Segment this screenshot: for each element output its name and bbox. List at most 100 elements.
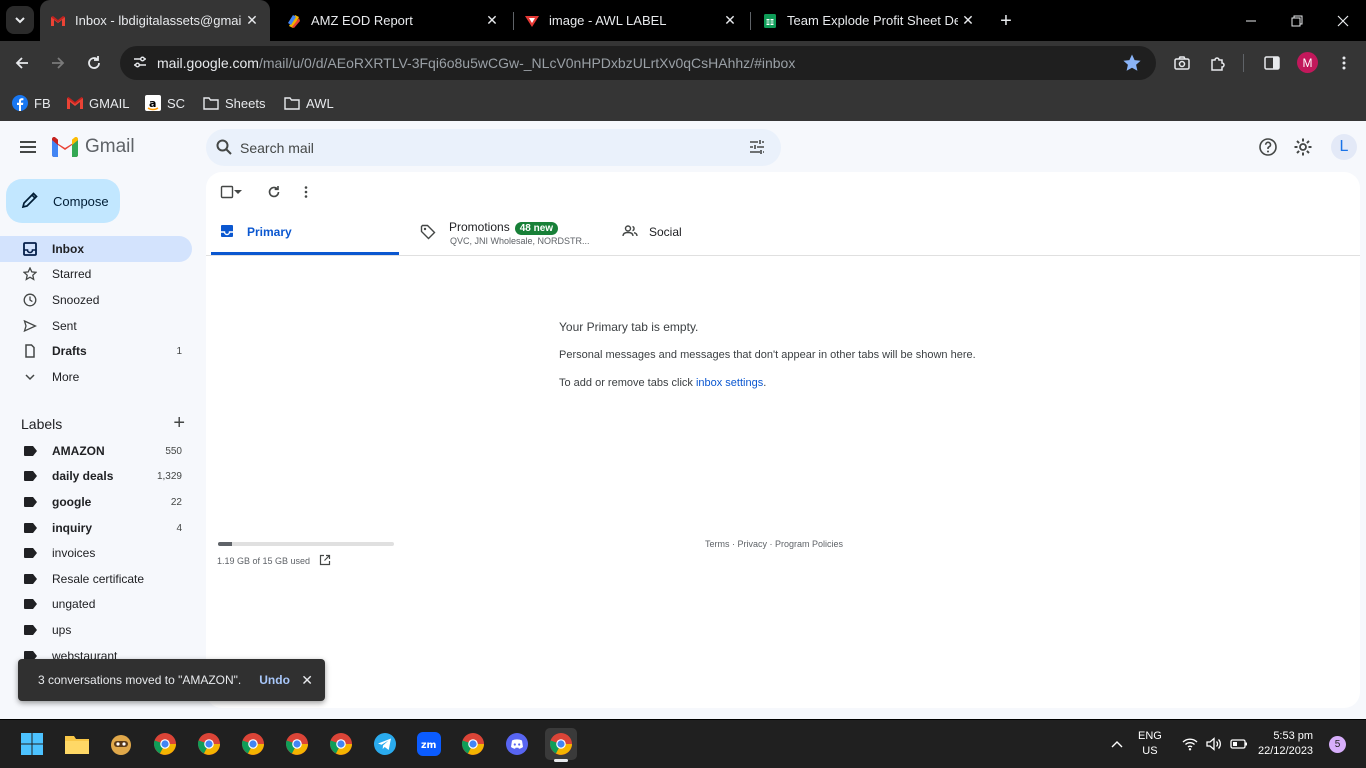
search-input[interactable] [240, 129, 730, 166]
label-count: 22 [170, 496, 182, 508]
chrome-icon[interactable] [149, 728, 181, 760]
search-bar[interactable] [206, 129, 781, 166]
chrome-icon[interactable] [281, 728, 313, 760]
compose-button[interactable]: Compose [6, 179, 120, 223]
label-tag-icon [22, 545, 38, 561]
discord-icon[interactable] [501, 728, 533, 760]
account-avatar[interactable]: L [1331, 134, 1357, 160]
bookmark-folder-sheets[interactable]: Sheets [203, 92, 265, 114]
label-name: AMAZON [52, 444, 105, 458]
inbox-settings-link[interactable]: inbox settings [696, 377, 763, 389]
file-explorer-icon[interactable] [61, 728, 93, 760]
undo-button[interactable]: Undo [259, 673, 290, 687]
label-invoices[interactable]: invoices [0, 540, 192, 566]
label-google[interactable]: google 22 [0, 489, 192, 515]
tab-primary[interactable]: Primary [211, 210, 399, 255]
notification-count-badge[interactable]: 5 [1329, 736, 1346, 753]
label-ungated[interactable]: ungated [0, 591, 192, 617]
bookmark-label: SC [167, 95, 186, 111]
windows-start-icon[interactable] [16, 728, 48, 760]
label-tag-icon [22, 520, 38, 536]
footer-links[interactable]: Terms · Privacy · Program Policies [705, 539, 843, 549]
main-menu-button[interactable] [16, 135, 40, 159]
create-label-button[interactable]: + [173, 412, 185, 435]
chrome-icon[interactable] [545, 728, 577, 762]
search-options-icon[interactable] [749, 139, 765, 160]
forward-button[interactable] [43, 48, 73, 78]
more-actions-button[interactable] [296, 182, 316, 202]
tab-awl-label[interactable]: image - AWL LABEL ✕ [514, 0, 748, 41]
address-bar[interactable]: mail.google.com/mail/u/0/d/AEoRXRTLV-3Fq… [120, 46, 1156, 80]
nav-inbox[interactable]: Inbox [0, 236, 192, 262]
site-settings-icon[interactable] [132, 54, 148, 75]
close-tab-icon[interactable]: ✕ [482, 11, 502, 31]
help-button[interactable] [1256, 135, 1280, 159]
new-count-badge: 48 new [514, 222, 559, 235]
new-tab-button[interactable]: + [994, 9, 1018, 33]
reload-button[interactable] [79, 48, 109, 78]
close-window-button[interactable] [1320, 0, 1366, 41]
nav-label: Inbox [52, 242, 84, 256]
bookmark-gmail[interactable]: GMAIL [67, 92, 129, 114]
profile-avatar[interactable]: M [1297, 52, 1318, 73]
tab-title: Team Explode Profit Sheet Dec [787, 13, 958, 28]
nav-more[interactable]: More [0, 364, 192, 390]
app-icon[interactable] [105, 728, 137, 760]
nav-snoozed[interactable]: Snoozed [0, 287, 192, 313]
telegram-icon[interactable] [369, 728, 401, 760]
tab-amz-eod-report[interactable]: AMZ EOD Report ✕ [276, 0, 510, 41]
wifi-icon[interactable] [1182, 720, 1198, 768]
close-icon[interactable]: ✕ [301, 672, 313, 689]
close-tab-icon[interactable]: ✕ [958, 11, 978, 31]
chrome-icon[interactable] [325, 728, 357, 760]
input-language-indicator[interactable]: ENG US [1138, 729, 1162, 759]
nav-drafts[interactable]: Drafts 1 [0, 338, 192, 364]
open-in-new-icon[interactable] [319, 554, 331, 568]
label-name: daily deals [52, 469, 114, 483]
tab-promotions[interactable]: Promotions 48 new QVC, JNI Wholesale, NOR… [413, 210, 613, 255]
settings-button[interactable] [1291, 135, 1315, 159]
close-tab-icon[interactable]: ✕ [242, 11, 262, 31]
show-hidden-icons-button[interactable] [1110, 720, 1124, 768]
tab-inbox[interactable]: Inbox - lbdigitalassets@gmail.com ✕ [40, 0, 270, 41]
chrome-icon[interactable] [193, 728, 225, 760]
inbox-icon [220, 224, 234, 243]
tab-social[interactable]: Social [613, 210, 793, 255]
tab-search-button[interactable] [6, 6, 34, 34]
label-amazon[interactable]: AMAZON 550 [0, 438, 192, 464]
chrome-icon[interactable] [457, 728, 489, 760]
bookmark-fb[interactable]: FB [12, 92, 51, 114]
gmail-icon [67, 95, 83, 111]
folder-icon [284, 95, 300, 111]
bookmark-star-icon[interactable] [1122, 53, 1142, 78]
screenshot-extension-button[interactable] [1167, 48, 1197, 78]
gmail-logo[interactable]: Gmail [52, 136, 135, 158]
close-tab-icon[interactable]: ✕ [720, 11, 740, 31]
tab-profit-sheet[interactable]: Team Explode Profit Sheet Dec ✕ [752, 0, 986, 41]
label-ups[interactable]: ups [0, 617, 192, 643]
battery-icon[interactable] [1230, 720, 1248, 768]
label-daily-deals[interactable]: daily deals 1,329 [0, 463, 192, 489]
restore-window-button[interactable] [1274, 0, 1320, 41]
label-tag-icon [22, 494, 38, 510]
chrome-icon[interactable] [237, 728, 269, 760]
browser-menu-button[interactable] [1329, 48, 1359, 78]
select-options-button[interactable] [232, 182, 244, 202]
nav-label: Snoozed [52, 293, 100, 307]
back-button[interactable] [7, 48, 37, 78]
minimize-window-button[interactable] [1228, 0, 1274, 41]
search-icon[interactable] [215, 138, 233, 161]
refresh-button[interactable] [264, 182, 284, 202]
zoom-icon[interactable]: zm [413, 728, 445, 760]
nav-starred[interactable]: Starred [0, 261, 192, 287]
label-resale-certificate[interactable]: Resale certificate [0, 566, 192, 592]
volume-icon[interactable] [1206, 720, 1222, 768]
side-panel-button[interactable] [1257, 48, 1287, 78]
nav-sent[interactable]: Sent [0, 313, 192, 339]
nav-label: Drafts [52, 344, 87, 358]
extensions-button[interactable] [1203, 48, 1233, 78]
system-clock[interactable]: 5:53 pm 22/12/2023 [1258, 729, 1313, 759]
bookmark-folder-awl[interactable]: AWL [284, 92, 334, 114]
bookmark-sc[interactable]: a SC [145, 92, 185, 114]
label-inquiry[interactable]: inquiry 4 [0, 515, 192, 541]
